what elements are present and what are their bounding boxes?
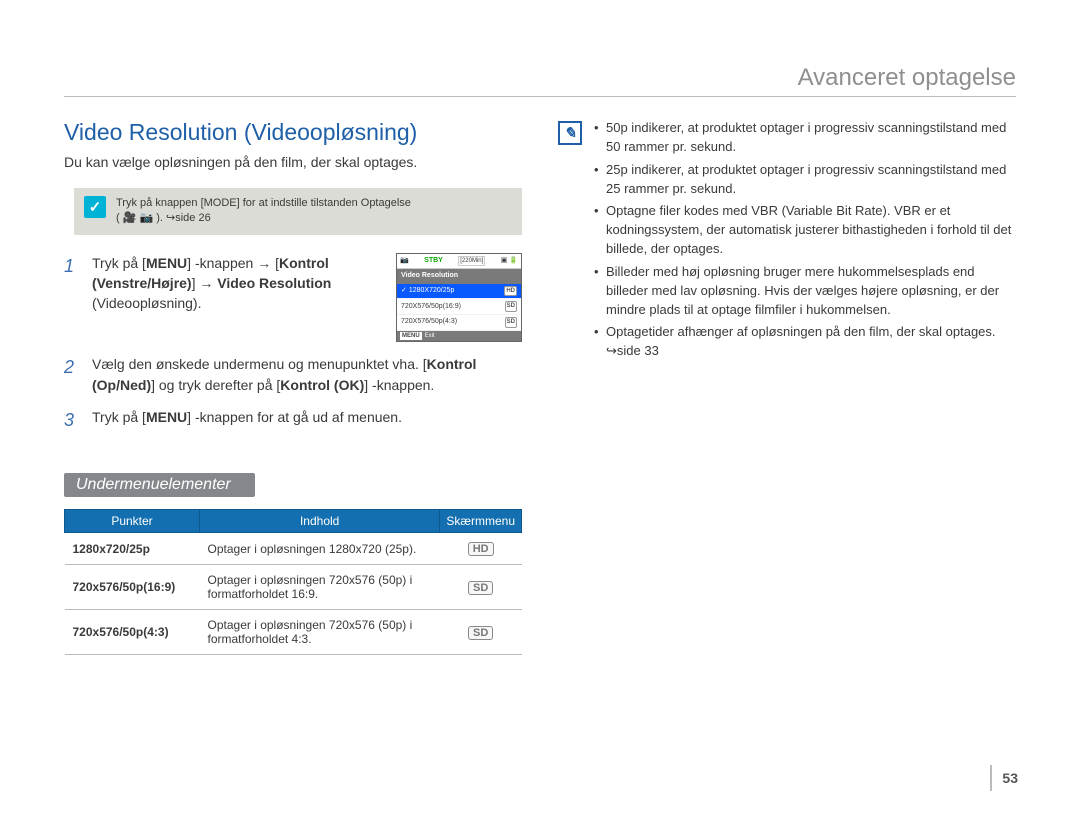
info-icon: ✎ [558,121,582,145]
steps-list: Tryk på [MENU] -knappen → [Kontrol (Vens… [64,253,522,433]
section-title: Avanceret optagelse [64,64,1016,97]
camera-menu-row-selected: ✓ 1280X720/25p HD [397,284,521,300]
table-header-punkter: Punkter [65,510,200,533]
precheck-icon: ✓ [84,196,106,218]
step-2: Vælg den ønskede undermenu og menupunkte… [64,354,522,395]
submenu-heading: Undermenuelementer [64,473,255,497]
camera-status-bar: 📷 STBY [220Min] ▣ 🔋 [397,254,521,270]
note-item: 50p indikerer, at produktet optager i pr… [594,119,1016,157]
sd-badge: SD [468,581,493,595]
precheck-text: Tryk på knappen [MODE] for at indstille … [116,196,411,227]
table-row: 1280x720/25p Optager i opløsningen 1280x… [65,533,522,565]
intro-text: Du kan vælge opløsningen på den film, de… [64,154,522,170]
precheck-box: ✓ Tryk på knappen [MODE] for at indstill… [74,188,522,235]
hd-badge: HD [468,542,494,556]
note-item: Optagne filer kodes med VBR (Variable Bi… [594,202,1016,259]
table-header-skarmmenu: Skærmmenu [440,510,522,533]
camera-menu-row: 720X576/50p(16:9) SD [397,299,521,315]
notes-list: 50p indikerer, at produktet optager i pr… [594,119,1016,365]
manual-page: Avanceret optagelse Video Resolution (Vi… [0,0,1080,825]
step-3: Tryk på [MENU] -knappen for at gå ud af … [64,407,522,433]
note-box: ✎ 50p indikerer, at produktet optager i … [558,119,1016,365]
note-item: 25p indikerer, at produktet optager i pr… [594,161,1016,199]
two-column-layout: Video Resolution (Videoopløsning) Du kan… [64,119,1016,655]
step-1: Tryk på [MENU] -knappen → [Kontrol (Vens… [64,253,522,343]
left-column: Video Resolution (Videoopløsning) Du kan… [64,119,522,655]
table-header-indhold: Indhold [200,510,440,533]
note-item: Optagetider afhænger af opløsningen på d… [594,323,1016,361]
page-heading: Video Resolution (Videoopløsning) [64,119,522,146]
table-row: 720x576/50p(16:9) Optager i opløsningen … [65,565,522,610]
camera-menu-title: Video Resolution [397,269,521,283]
page-number: 53 [990,765,1018,791]
note-item: Billeder med høj opløsning bruger mere h… [594,263,1016,320]
right-column: ✎ 50p indikerer, at produktet optager i … [558,119,1016,655]
sd-badge: SD [468,626,493,640]
camera-screen-preview: 📷 STBY [220Min] ▣ 🔋 Video Resolution ✓ 1… [396,253,522,343]
camera-menu-exit: MENU Exit [397,331,521,342]
submenu-table: Punkter Indhold Skærmmenu 1280x720/25p O… [64,509,522,655]
table-row: 720x576/50p(4:3) Optager i opløsningen 7… [65,610,522,655]
camera-menu-row: 720X576/50p(4:3) SD [397,315,521,331]
